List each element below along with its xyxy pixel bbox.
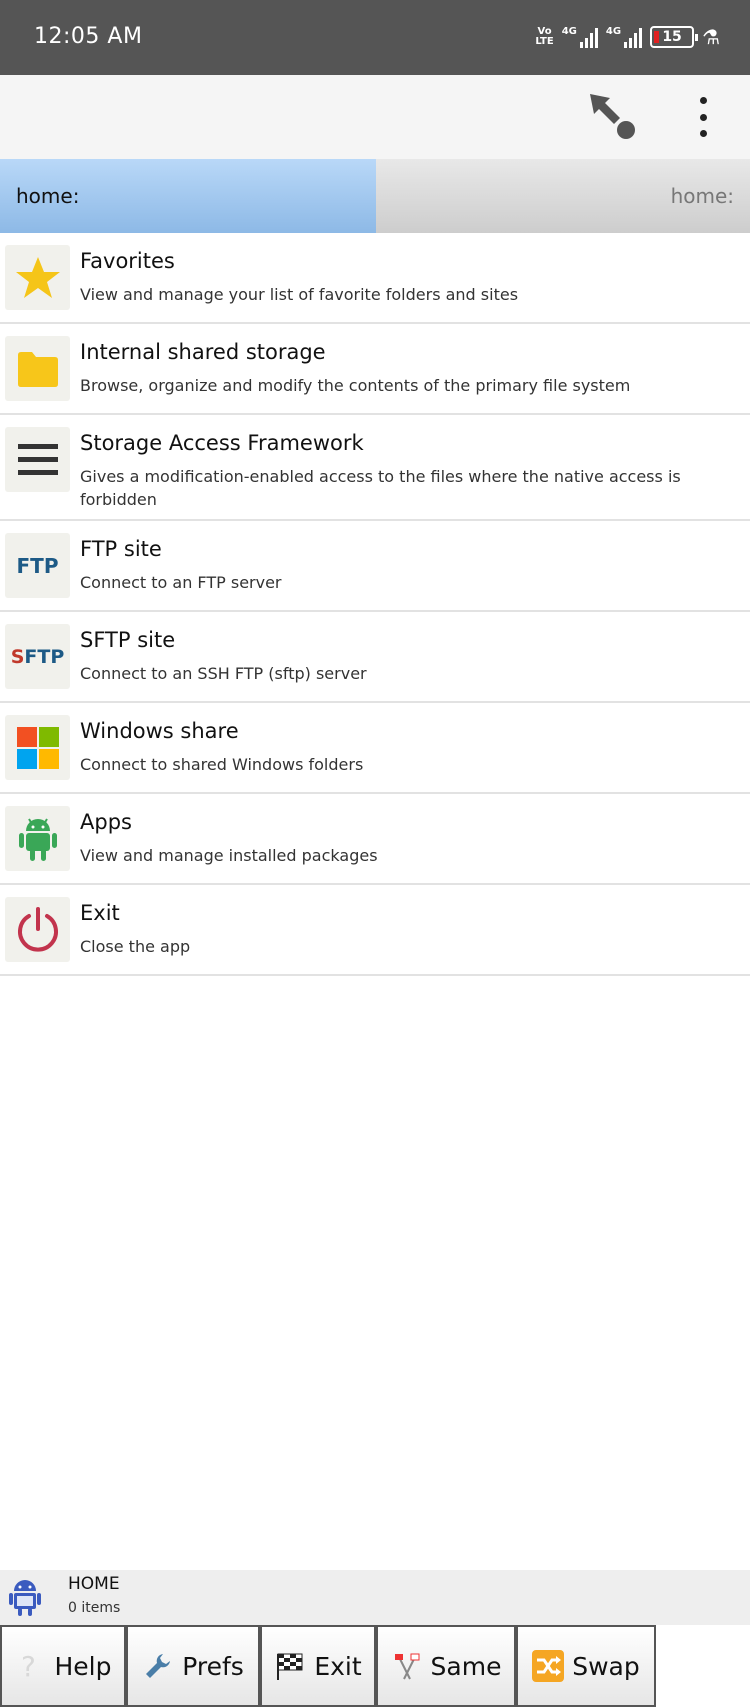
lab-flask-icon: ⚗ bbox=[702, 25, 720, 49]
location-info-bar: HOME 0 items bbox=[0, 1570, 750, 1625]
list-item-description: View and manage installed packages bbox=[80, 846, 378, 865]
windows-icon bbox=[5, 715, 70, 780]
network-type-2: 4G bbox=[605, 26, 622, 37]
network-type-1: 4G bbox=[561, 26, 577, 37]
list-item-title: Windows share bbox=[80, 719, 239, 743]
swap-label: Swap bbox=[572, 1651, 640, 1681]
home-list: Favorites View and manage your list of f… bbox=[0, 233, 750, 976]
list-item-favorites[interactable]: Favorites View and manage your list of f… bbox=[0, 233, 750, 324]
list-item-title: Favorites bbox=[80, 249, 175, 273]
shuffle-icon bbox=[532, 1650, 565, 1682]
current-location: HOME bbox=[68, 1574, 120, 1594]
android-icon bbox=[5, 806, 70, 871]
crossed-flags-icon bbox=[391, 1650, 423, 1682]
sftp-icon-letter: S bbox=[10, 645, 25, 668]
exit-label: Exit bbox=[314, 1651, 362, 1681]
right-panel-path: home: bbox=[670, 184, 734, 208]
status-bar: 12:05 AM Vo LTE 4G 4G 15 ⚗ bbox=[0, 0, 750, 75]
prefs-button[interactable]: Prefs bbox=[126, 1625, 260, 1707]
list-item-exit[interactable]: Exit Close the app bbox=[0, 885, 750, 976]
screen: { "status_bar": { "time": "12:05 AM", "v… bbox=[0, 0, 750, 1707]
status-icons: Vo LTE 4G 4G 15 ⚗ bbox=[535, 20, 720, 54]
list-item-description: Connect to an FTP server bbox=[80, 573, 282, 592]
list-item-internal-storage[interactable]: Internal shared storage Browse, organize… bbox=[0, 324, 750, 415]
list-item-description: Connect to shared Windows folders bbox=[80, 755, 364, 774]
item-count: 0 items bbox=[68, 1600, 121, 1616]
folder-icon bbox=[5, 336, 70, 401]
same-button[interactable]: Same bbox=[376, 1625, 516, 1707]
left-panel-tab[interactable]: home: bbox=[0, 159, 376, 233]
list-item-windows-share[interactable]: Windows share Connect to shared Windows … bbox=[0, 703, 750, 794]
list-item-title: Storage Access Framework bbox=[80, 431, 364, 455]
wrench-icon bbox=[142, 1650, 174, 1682]
list-item-description: View and manage your list of favorite fo… bbox=[80, 285, 519, 304]
list-item-title: Internal shared storage bbox=[80, 340, 326, 364]
power-icon bbox=[5, 897, 70, 962]
ftp-icon-label: FTP bbox=[16, 553, 59, 578]
swap-button[interactable]: Swap bbox=[516, 1625, 656, 1707]
list-item-sftp-site[interactable]: SFTP SFTP site Connect to an SSH FTP (sf… bbox=[0, 612, 750, 703]
volte-bottom-label: LTE bbox=[535, 36, 554, 47]
volte-icon: Vo LTE bbox=[535, 27, 553, 47]
list-item-description: Connect to an SSH FTP (sftp) server bbox=[80, 664, 367, 683]
left-panel-path: home: bbox=[16, 184, 80, 208]
svg-text:?: ? bbox=[21, 1650, 36, 1682]
bottom-toolbar: ? Help Prefs Exit Same Swap bbox=[0, 1625, 750, 1707]
signal-icon-2: 4G bbox=[605, 26, 643, 48]
help-button[interactable]: ? Help bbox=[0, 1625, 126, 1707]
status-time: 12:05 AM bbox=[34, 24, 143, 49]
sftp-icon-suffix: FTP bbox=[24, 645, 65, 668]
menu-lines-icon bbox=[5, 427, 70, 492]
list-item-description: Close the app bbox=[80, 937, 191, 956]
list-item-title: FTP site bbox=[80, 537, 162, 561]
checkered-flag-icon bbox=[274, 1650, 306, 1682]
help-icon: ? bbox=[15, 1650, 47, 1682]
more-options-icon[interactable] bbox=[688, 97, 718, 137]
sftp-icon: SFTP bbox=[5, 624, 70, 689]
list-item-storage-access-framework[interactable]: Storage Access Framework Gives a modific… bbox=[0, 415, 750, 521]
android-robot-icon bbox=[9, 1580, 41, 1616]
sftp-icon-label: SFTP bbox=[11, 646, 65, 668]
right-panel-tab[interactable]: home: bbox=[376, 159, 750, 233]
signal-icon-1: 4G bbox=[562, 26, 598, 48]
list-item-title: SFTP site bbox=[80, 628, 176, 652]
panel-tabs: home: home: bbox=[0, 159, 750, 233]
list-item-description: Gives a modification-enabled access to t… bbox=[80, 467, 681, 509]
prefs-label: Prefs bbox=[182, 1651, 244, 1681]
point-to-icon[interactable] bbox=[588, 92, 638, 142]
list-item-title: Exit bbox=[80, 901, 120, 925]
star-icon bbox=[5, 245, 70, 310]
exit-button[interactable]: Exit bbox=[260, 1625, 376, 1707]
same-label: Same bbox=[430, 1651, 502, 1681]
battery-level: 15 bbox=[662, 29, 682, 45]
list-item-apps[interactable]: Apps View and manage installed packages bbox=[0, 794, 750, 885]
list-item-ftp-site[interactable]: FTP FTP site Connect to an FTP server bbox=[0, 521, 750, 612]
list-item-description: Browse, organize and modify the contents… bbox=[80, 376, 631, 395]
list-item-title: Apps bbox=[80, 810, 132, 834]
help-label: Help bbox=[54, 1651, 112, 1681]
ftp-icon: FTP bbox=[5, 533, 70, 598]
battery-icon: 15 bbox=[650, 26, 699, 48]
